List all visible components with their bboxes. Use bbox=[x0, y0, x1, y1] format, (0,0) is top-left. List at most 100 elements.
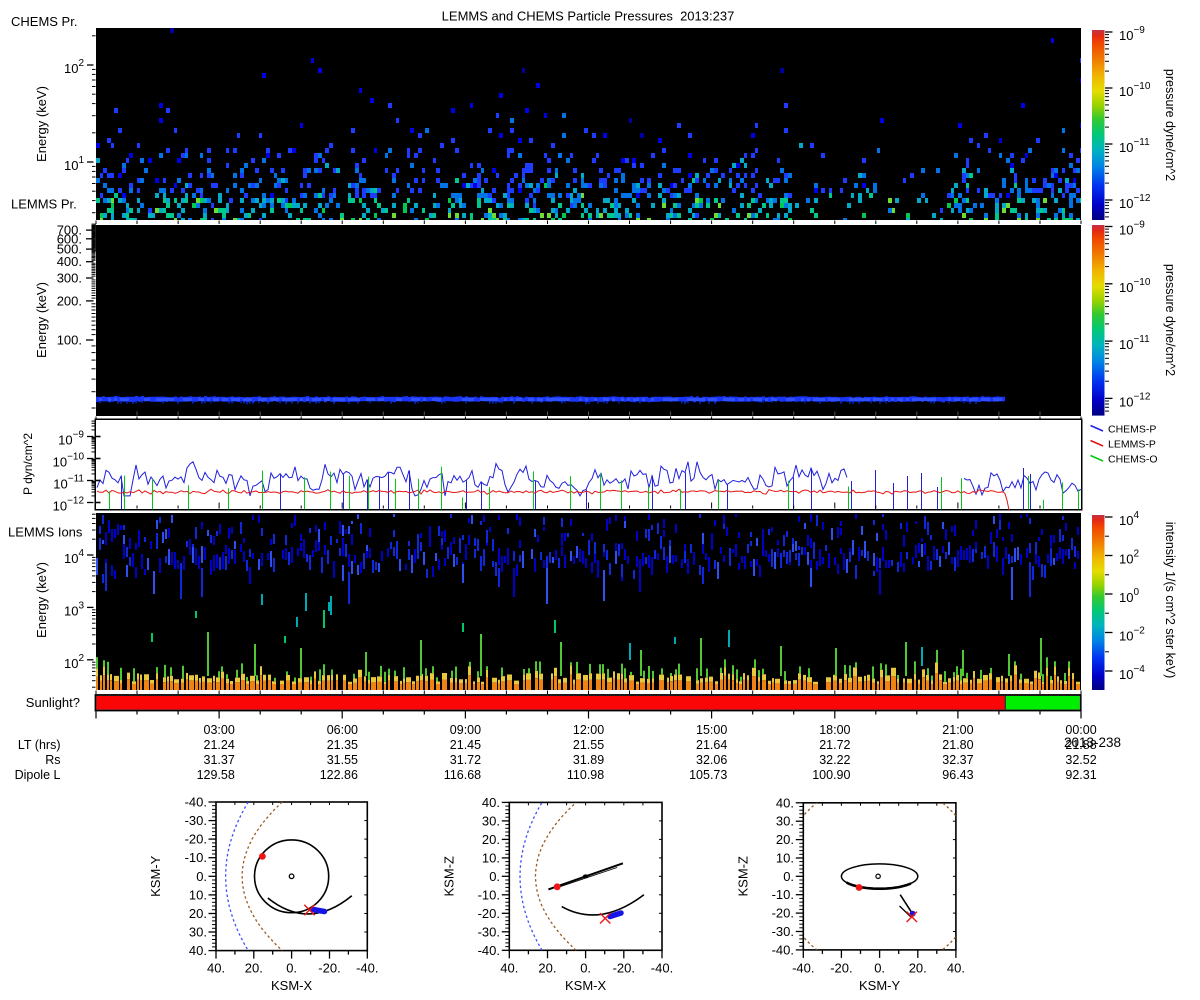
svg-text:KSM-Y: KSM-Y bbox=[859, 978, 901, 993]
svg-text:-40.: -40. bbox=[651, 961, 673, 976]
svg-text:20.: 20. bbox=[909, 961, 927, 976]
svg-text:0.: 0. bbox=[783, 869, 794, 884]
svg-text:122.86: 122.86 bbox=[320, 768, 358, 782]
svg-text:-20.: -20. bbox=[318, 961, 340, 976]
svg-text:96.43: 96.43 bbox=[942, 768, 973, 782]
svg-text:-20.: -20. bbox=[613, 961, 635, 976]
svg-text:20.: 20. bbox=[776, 832, 794, 847]
svg-text:pressure dyne/cm^2: pressure dyne/cm^2 bbox=[1163, 264, 1177, 376]
svg-text:40.: 40. bbox=[947, 961, 965, 976]
svg-text:31.89: 31.89 bbox=[573, 753, 604, 767]
svg-text:-10.: -10. bbox=[772, 887, 794, 902]
svg-text:40.: 40. bbox=[189, 943, 207, 958]
svg-text:32.52: 32.52 bbox=[1065, 753, 1096, 767]
svg-text:LEMMS Ions: LEMMS Ions bbox=[8, 525, 83, 540]
svg-text:105.73: 105.73 bbox=[689, 768, 727, 782]
svg-text:32.37: 32.37 bbox=[942, 753, 973, 767]
svg-text:300.: 300. bbox=[57, 271, 82, 286]
svg-text:21.35: 21.35 bbox=[327, 738, 358, 752]
svg-text:Energy (keV): Energy (keV) bbox=[34, 282, 49, 358]
svg-text:12:00: 12:00 bbox=[573, 723, 604, 737]
svg-text:40.: 40. bbox=[482, 795, 500, 810]
svg-text:10.: 10. bbox=[482, 850, 500, 865]
svg-text:21.55: 21.55 bbox=[573, 738, 604, 752]
svg-text:21.45: 21.45 bbox=[450, 738, 481, 752]
svg-text:40.: 40. bbox=[776, 795, 794, 810]
svg-text:2013-238: 2013-238 bbox=[1064, 735, 1121, 750]
svg-text:400.: 400. bbox=[57, 254, 82, 269]
svg-text:-40.: -40. bbox=[478, 943, 500, 958]
svg-text:Dipole L: Dipole L bbox=[15, 768, 61, 782]
svg-text:0.: 0. bbox=[489, 869, 500, 884]
svg-text:-40.: -40. bbox=[356, 961, 378, 976]
svg-text:06:00: 06:00 bbox=[327, 723, 358, 737]
svg-text:116.68: 116.68 bbox=[444, 768, 481, 782]
svg-text:21:00: 21:00 bbox=[942, 723, 973, 737]
svg-text:pressure dyne/cm^2: pressure dyne/cm^2 bbox=[1163, 69, 1177, 181]
svg-text:21.64: 21.64 bbox=[696, 738, 727, 752]
svg-text:30.: 30. bbox=[776, 814, 794, 829]
svg-text:31.55: 31.55 bbox=[327, 753, 358, 767]
svg-text:LEMMS Pr.: LEMMS Pr. bbox=[11, 197, 77, 212]
svg-text:-30.: -30. bbox=[772, 924, 794, 939]
svg-text:-40.: -40. bbox=[772, 942, 794, 957]
svg-text:Energy (keV): Energy (keV) bbox=[34, 86, 49, 162]
svg-text:20.: 20. bbox=[538, 961, 556, 976]
svg-text:30.: 30. bbox=[482, 813, 500, 828]
svg-text:KSM-X: KSM-X bbox=[271, 978, 313, 993]
svg-text:LT (hrs): LT (hrs) bbox=[18, 738, 61, 752]
svg-text:-20.: -20. bbox=[478, 906, 500, 921]
svg-text:P dyn/cm^2: P dyn/cm^2 bbox=[21, 433, 35, 495]
svg-text:KSM-X: KSM-X bbox=[565, 978, 607, 993]
svg-text:CHEMS-P: CHEMS-P bbox=[1108, 424, 1156, 436]
svg-text:KSM-Z: KSM-Z bbox=[735, 856, 750, 897]
svg-text:92.31: 92.31 bbox=[1065, 768, 1096, 782]
svg-text:0.: 0. bbox=[286, 961, 297, 976]
svg-text:Sunlight?: Sunlight? bbox=[26, 695, 80, 710]
svg-text:-20.: -20. bbox=[772, 906, 794, 921]
svg-text:-40.: -40. bbox=[792, 961, 814, 976]
svg-text:20.: 20. bbox=[189, 906, 207, 921]
svg-text:CHEMS Pr.: CHEMS Pr. bbox=[11, 14, 77, 29]
svg-text:-10.: -10. bbox=[478, 887, 500, 902]
svg-text:-20.: -20. bbox=[830, 961, 852, 976]
svg-text:-30.: -30. bbox=[185, 813, 207, 828]
svg-text:intensity 1/(s cm^2 ster keV): intensity 1/(s cm^2 ster keV) bbox=[1163, 522, 1177, 679]
svg-text:110.98: 110.98 bbox=[567, 768, 604, 782]
svg-text:0.: 0. bbox=[196, 869, 207, 884]
svg-text:0.: 0. bbox=[580, 961, 591, 976]
svg-text:-30.: -30. bbox=[478, 924, 500, 939]
svg-text:0.: 0. bbox=[874, 961, 885, 976]
svg-text:09:00: 09:00 bbox=[450, 723, 481, 737]
svg-text:-20.: -20. bbox=[185, 832, 207, 847]
svg-text:10.: 10. bbox=[776, 851, 794, 866]
svg-text:-10.: -10. bbox=[185, 850, 207, 865]
svg-text:21.72: 21.72 bbox=[819, 738, 850, 752]
svg-text:15:00: 15:00 bbox=[696, 723, 727, 737]
svg-text:32.06: 32.06 bbox=[696, 753, 727, 767]
svg-text:20.: 20. bbox=[482, 832, 500, 847]
svg-text:Rs: Rs bbox=[45, 753, 60, 767]
svg-text:21.24: 21.24 bbox=[204, 738, 235, 752]
svg-text:-40.: -40. bbox=[185, 795, 207, 810]
svg-text:Energy (keV): Energy (keV) bbox=[34, 562, 49, 638]
svg-text:31.72: 31.72 bbox=[450, 753, 481, 767]
svg-text:21.80: 21.80 bbox=[942, 738, 973, 752]
svg-text:KSM-Z: KSM-Z bbox=[441, 856, 456, 897]
svg-text:100.90: 100.90 bbox=[812, 768, 850, 782]
svg-text:40.: 40. bbox=[500, 961, 518, 976]
svg-text:40.: 40. bbox=[207, 961, 225, 976]
svg-text:18:00: 18:00 bbox=[819, 723, 850, 737]
svg-text:30.: 30. bbox=[189, 925, 207, 940]
svg-text:10.: 10. bbox=[189, 887, 207, 902]
svg-text:100.: 100. bbox=[57, 333, 82, 348]
svg-text:32.22: 32.22 bbox=[819, 753, 850, 767]
svg-text:20.: 20. bbox=[245, 961, 263, 976]
svg-text:129.58: 129.58 bbox=[197, 768, 235, 782]
svg-text:LEMMS and CHEMS Particle Press: LEMMS and CHEMS Particle Pressures 2013:… bbox=[442, 9, 735, 24]
svg-text:200.: 200. bbox=[57, 293, 82, 308]
svg-text:31.37: 31.37 bbox=[204, 753, 235, 767]
svg-text:03:00: 03:00 bbox=[204, 723, 235, 737]
svg-text:LEMMS-P: LEMMS-P bbox=[1108, 439, 1156, 451]
svg-text:CHEMS-O: CHEMS-O bbox=[1108, 454, 1158, 466]
